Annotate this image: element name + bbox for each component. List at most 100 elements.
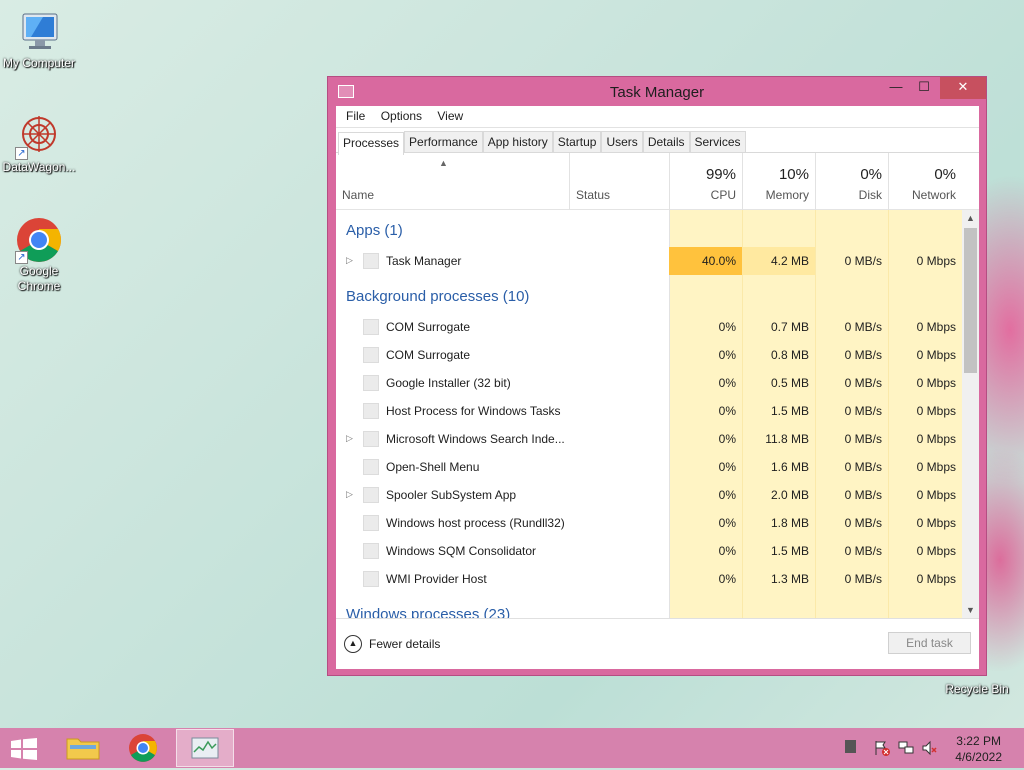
group-apps[interactable]: Apps (1) bbox=[346, 222, 403, 239]
process-network: 0 Mbps bbox=[916, 432, 956, 446]
memory-total: 10% bbox=[778, 166, 809, 183]
desktop-icon-label: My Computer bbox=[2, 56, 76, 70]
tab-startup[interactable]: Startup bbox=[552, 131, 602, 152]
process-cpu: 0% bbox=[718, 460, 736, 474]
group-background-processes[interactable]: Background processes (10) bbox=[346, 288, 529, 305]
expand-arrow-icon[interactable]: ▷ bbox=[346, 255, 353, 266]
process-cpu: 0% bbox=[718, 572, 736, 586]
group-windows-processes[interactable]: Windows processes (23) bbox=[346, 606, 510, 618]
process-name: COM Surrogate bbox=[386, 320, 471, 334]
title-bar[interactable]: Task Manager — ☐ ✕ bbox=[328, 77, 986, 105]
tab-app-history[interactable]: App history bbox=[482, 131, 553, 152]
fewer-details-link[interactable]: Fewer details bbox=[369, 637, 440, 651]
taskbar-file-explorer[interactable] bbox=[54, 729, 112, 767]
process-network: 0 Mbps bbox=[916, 544, 956, 558]
windows-logo-icon bbox=[11, 738, 37, 760]
process-name: Google Installer (32 bit) bbox=[386, 376, 511, 390]
desktop-icon-label: Recycle Bin bbox=[945, 682, 1009, 696]
process-row[interactable]: ▷ Task Manager 40.0% 4.2 MB 0 MB/s 0 Mbp… bbox=[336, 247, 962, 275]
process-row[interactable]: Google Installer (32 bit) 0% 0.5 MB 0 MB… bbox=[336, 369, 962, 397]
volume-muted-icon[interactable] bbox=[922, 740, 937, 756]
process-row[interactable]: Host Process for Windows Tasks 0% 1.5 MB… bbox=[336, 397, 962, 425]
column-disk[interactable]: 0% Disk bbox=[815, 153, 888, 210]
process-row[interactable]: Open-Shell Menu 0% 1.6 MB 0 MB/s 0 Mbps bbox=[336, 453, 962, 481]
network-icon[interactable] bbox=[898, 740, 914, 754]
disk-total: 0% bbox=[860, 166, 882, 183]
taskbar-chrome[interactable] bbox=[114, 729, 172, 767]
clock-date: 4/6/2022 bbox=[955, 750, 1002, 764]
process-row[interactable]: Windows SQM Consolidator 0% 1.5 MB 0 MB/… bbox=[336, 537, 962, 565]
process-row[interactable]: ▷ Microsoft Windows Search Inde... 0% 11… bbox=[336, 425, 962, 453]
process-icon bbox=[363, 375, 379, 391]
desktop-icon-recycle-bin[interactable]: Recycle Bin bbox=[938, 682, 1016, 697]
process-name: Task Manager bbox=[386, 254, 462, 268]
process-network: 0 Mbps bbox=[916, 404, 956, 418]
process-row[interactable]: COM Surrogate 0% 0.8 MB 0 MB/s 0 Mbps bbox=[336, 341, 962, 369]
chrome-icon bbox=[129, 734, 157, 762]
taskbar: 3:22 PM 4/6/2022 bbox=[0, 728, 1024, 768]
maximize-button[interactable]: ☐ bbox=[910, 77, 938, 99]
close-button[interactable]: ✕ bbox=[940, 77, 986, 99]
vertical-scrollbar[interactable]: ▲ ▼ bbox=[962, 210, 979, 618]
process-name: Windows SQM Consolidator bbox=[386, 544, 537, 558]
desktop-icon-google-chrome[interactable]: ↗ Google Chrome bbox=[0, 216, 78, 294]
process-name: WMI Provider Host bbox=[386, 572, 487, 586]
tab-details[interactable]: Details bbox=[642, 131, 690, 152]
column-status[interactable]: Status bbox=[569, 153, 669, 210]
process-disk: 0 MB/s bbox=[844, 488, 882, 502]
process-network: 0 Mbps bbox=[916, 254, 956, 268]
process-icon bbox=[363, 487, 379, 503]
column-network[interactable]: 0% Network bbox=[888, 153, 962, 210]
menu-view[interactable]: View bbox=[431, 106, 469, 126]
column-memory[interactable]: 10% Memory bbox=[742, 153, 815, 210]
process-cpu: 0% bbox=[718, 404, 736, 418]
desktop-icon-my-computer[interactable]: My Computer bbox=[0, 8, 78, 71]
end-task-button[interactable]: End task bbox=[888, 632, 971, 654]
process-row[interactable]: COM Surrogate 0% 0.7 MB 0 MB/s 0 Mbps bbox=[336, 313, 962, 341]
window-client-area: File Options View Processes Performance Ap… bbox=[336, 106, 979, 669]
column-name[interactable]: Name bbox=[336, 153, 569, 210]
expand-arrow-icon[interactable]: ▷ bbox=[346, 489, 353, 500]
column-disk-label: Disk bbox=[858, 188, 882, 202]
tab-services[interactable]: Services bbox=[689, 131, 746, 152]
process-row[interactable]: Windows host process (Rundll32) 0% 1.8 M… bbox=[336, 509, 962, 537]
process-icon bbox=[363, 543, 379, 559]
menu-options[interactable]: Options bbox=[375, 106, 428, 126]
column-cpu[interactable]: 99% CPU bbox=[669, 153, 742, 210]
process-disk: 0 MB/s bbox=[844, 516, 882, 530]
chevron-up-circle-icon[interactable]: ▲ bbox=[344, 635, 362, 653]
shortcut-arrow-icon: ↗ bbox=[15, 251, 28, 264]
scroll-down-icon[interactable]: ▼ bbox=[962, 602, 979, 618]
process-network: 0 Mbps bbox=[916, 348, 956, 362]
shortcut-arrow-icon: ↗ bbox=[15, 147, 28, 160]
process-disk: 0 MB/s bbox=[844, 460, 882, 474]
process-network: 0 Mbps bbox=[916, 516, 956, 530]
tab-strip: Processes Performance App history Startup Us… bbox=[336, 128, 979, 155]
system-clock[interactable]: 3:22 PM 4/6/2022 bbox=[955, 733, 1002, 765]
menu-file[interactable]: File bbox=[340, 106, 371, 126]
taskbar-task-manager[interactable] bbox=[176, 729, 234, 767]
desktop-icon-datawagon[interactable]: ↗ DataWagon... bbox=[0, 112, 78, 175]
start-button[interactable] bbox=[10, 738, 38, 760]
process-network: 0 Mbps bbox=[916, 460, 956, 474]
column-name-label: Name bbox=[342, 188, 375, 202]
expand-arrow-icon[interactable]: ▷ bbox=[346, 433, 353, 444]
tab-processes[interactable]: Processes bbox=[338, 132, 405, 155]
process-row[interactable]: ▷ Spooler SubSystem App 0% 2.0 MB 0 MB/s… bbox=[336, 481, 962, 509]
process-row[interactable]: WMI Provider Host 0% 1.3 MB 0 MB/s 0 Mbp… bbox=[336, 565, 962, 593]
process-cpu: 0% bbox=[718, 516, 736, 530]
scrollbar-thumb[interactable] bbox=[964, 228, 977, 373]
clock-time: 3:22 PM bbox=[956, 734, 1001, 748]
process-icon bbox=[363, 253, 379, 269]
tab-users[interactable]: Users bbox=[601, 131, 643, 152]
scroll-up-icon[interactable]: ▲ bbox=[962, 210, 979, 226]
process-memory: 1.3 MB bbox=[770, 572, 809, 586]
process-memory: 1.5 MB bbox=[770, 404, 809, 418]
flag-warning-icon[interactable] bbox=[874, 740, 890, 756]
tab-performance[interactable]: Performance bbox=[404, 131, 483, 152]
process-disk: 0 MB/s bbox=[844, 432, 882, 446]
process-memory: 0.5 MB bbox=[770, 376, 809, 390]
column-status-label: Status bbox=[576, 188, 611, 202]
action-center-icon[interactable] bbox=[845, 740, 856, 753]
minimize-button[interactable]: — bbox=[882, 77, 910, 99]
